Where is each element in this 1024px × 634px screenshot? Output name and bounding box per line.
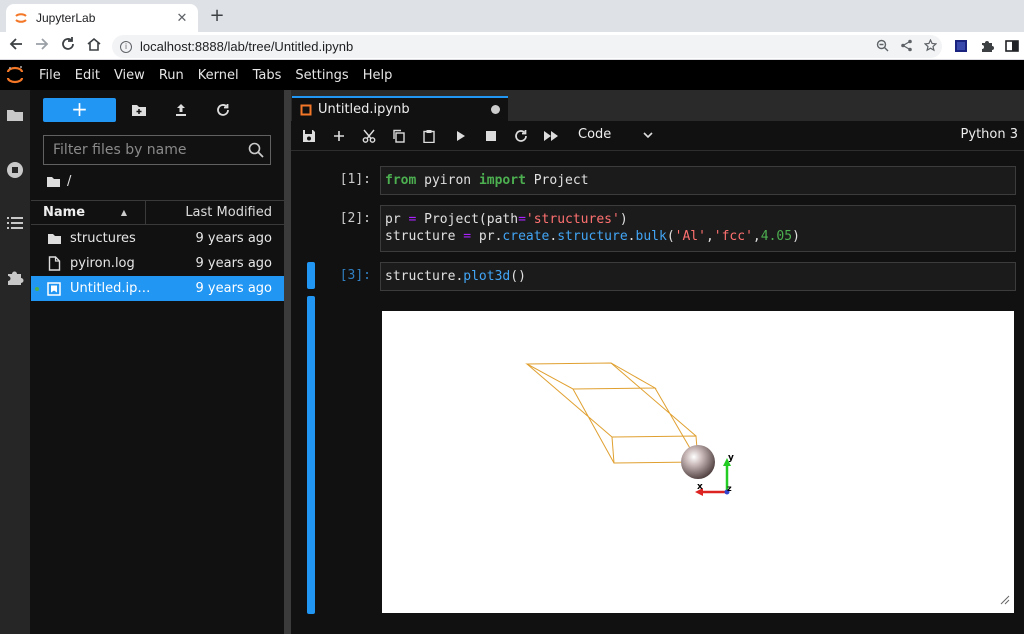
document-tab-bar: Untitled.ipynb xyxy=(291,90,1024,121)
file-modified: 9 years ago xyxy=(195,256,272,271)
file-row-pyiron-log[interactable]: pyiron.log 9 years ago xyxy=(31,251,284,276)
folder-icon xyxy=(46,231,62,247)
restart-kernel-icon[interactable] xyxy=(511,126,531,146)
output-collapser[interactable] xyxy=(307,296,315,614)
refresh-icon[interactable] xyxy=(213,100,233,120)
resize-grip-icon[interactable] xyxy=(1000,594,1010,609)
cell-prompt: [2]: xyxy=(339,211,371,226)
back-arrow-icon[interactable] xyxy=(6,36,26,56)
run-cell-play-icon[interactable] xyxy=(451,126,471,146)
url-text: localhost:8888/lab/tree/Untitled.ipynb xyxy=(140,39,354,54)
panel-splitter[interactable] xyxy=(284,90,291,634)
bookmark-star-icon[interactable] xyxy=(918,38,942,55)
cell-type-dropdown[interactable]: Code xyxy=(578,127,611,142)
insert-cell-plus-icon[interactable] xyxy=(329,126,349,146)
notebook-tab[interactable]: Untitled.ipynb xyxy=(292,96,508,121)
code-cell-editor[interactable]: from pyiron import Project xyxy=(380,166,1016,195)
notebook-area: Untitled.ipynb Code Python 3 [1]: from p… xyxy=(291,90,1024,634)
home-icon[interactable] xyxy=(84,36,104,56)
file-icon xyxy=(46,256,62,272)
z-axis-label: z xyxy=(727,484,732,493)
save-icon[interactable] xyxy=(299,126,319,146)
browser-tab-strip: JupyterLab ✕ + xyxy=(0,0,1024,32)
file-name: structures xyxy=(70,231,136,246)
notebook-tab-icon xyxy=(300,104,312,116)
search-icon xyxy=(248,142,270,158)
side-panel-icon[interactable] xyxy=(1004,38,1020,54)
file-browser-panel: + Filter files by name / Name ▲ Last Mod… xyxy=(31,90,284,634)
menu-help[interactable]: Help xyxy=(356,68,400,83)
unsaved-dot-icon[interactable] xyxy=(491,105,500,114)
running-indicator xyxy=(35,287,39,291)
menu-kernel[interactable]: Kernel xyxy=(191,68,246,83)
file-modified: 9 years ago xyxy=(195,231,272,246)
menu-view[interactable]: View xyxy=(107,68,152,83)
reload-icon[interactable] xyxy=(58,36,78,56)
running-kernels-stop-icon[interactable] xyxy=(0,155,30,185)
code-cell-editor[interactable]: pr = Project(path='structures') structur… xyxy=(380,205,1016,252)
file-row-untitled-ipynb[interactable]: Untitled.ip… 9 years ago xyxy=(31,276,284,301)
unit-cell-plot: y x z xyxy=(525,362,734,496)
breadcrumb: / xyxy=(46,174,71,189)
paste-clipboard-icon[interactable] xyxy=(419,126,439,146)
3d-structure-viewer[interactable]: y x z xyxy=(382,311,1014,613)
close-tab-icon[interactable]: ✕ xyxy=(174,11,190,26)
site-info-icon[interactable]: i xyxy=(120,40,132,53)
jupyter-logo-icon xyxy=(0,60,30,90)
jupyter-favicon xyxy=(14,11,28,25)
left-activity-bar xyxy=(0,90,30,634)
menu-settings[interactable]: Settings xyxy=(288,68,355,83)
address-bar[interactable]: i localhost:8888/lab/tree/Untitled.ipynb xyxy=(112,35,942,58)
table-of-contents-icon[interactable] xyxy=(0,208,30,238)
column-name-label: Name xyxy=(43,205,86,220)
jupyter-menubar: File Edit View Run Kernel Tabs Settings … xyxy=(0,60,1024,90)
new-folder-icon[interactable] xyxy=(129,100,149,120)
forward-arrow-icon[interactable] xyxy=(32,36,52,56)
restart-run-all-fast-forward-icon[interactable] xyxy=(541,126,561,146)
column-name-header[interactable]: Name ▲ xyxy=(31,201,146,224)
extension-app-icon[interactable] xyxy=(953,38,969,54)
extensions-puzzle-icon[interactable] xyxy=(979,38,995,54)
file-list-header: Name ▲ Last Modified xyxy=(31,200,284,225)
browser-tab-jupyterlab[interactable]: JupyterLab ✕ xyxy=(6,4,198,32)
cut-scissors-icon[interactable] xyxy=(359,126,379,146)
file-browser-folder-icon[interactable] xyxy=(0,100,30,130)
new-tab-button[interactable]: + xyxy=(206,5,228,27)
home-folder-icon[interactable] xyxy=(46,175,61,188)
notebook-tab-title: Untitled.ipynb xyxy=(318,102,410,117)
column-modified-header[interactable]: Last Modified xyxy=(146,205,284,220)
menu-run[interactable]: Run xyxy=(152,68,191,83)
file-row-structures[interactable]: structures 9 years ago xyxy=(31,226,284,251)
upload-icon[interactable] xyxy=(171,100,191,120)
share-icon[interactable] xyxy=(894,39,918,55)
cell-prompt: [3]: xyxy=(339,268,371,283)
unit-cell-wireframe xyxy=(525,362,699,464)
menu-file[interactable]: File xyxy=(32,68,68,83)
file-name: pyiron.log xyxy=(70,256,135,271)
file-name: Untitled.ip… xyxy=(70,281,151,296)
notebook-toolbar: Code Python 3 xyxy=(291,121,1024,151)
chevron-down-icon[interactable] xyxy=(642,129,654,145)
menu-edit[interactable]: Edit xyxy=(68,68,107,83)
new-launcher-button[interactable]: + xyxy=(43,98,116,122)
notebook-icon xyxy=(46,281,62,297)
kernel-name[interactable]: Python 3 xyxy=(961,127,1018,142)
code-cell-editor[interactable]: structure.plot3d() xyxy=(380,262,1016,291)
copy-icon[interactable] xyxy=(389,126,409,146)
filter-placeholder: Filter files by name xyxy=(53,142,187,158)
y-axis-label: y xyxy=(728,453,734,463)
x-axis-label: x xyxy=(697,482,703,492)
al-atom xyxy=(681,445,715,479)
file-modified: 9 years ago xyxy=(195,281,272,296)
sort-ascending-icon: ▲ xyxy=(120,208,127,217)
cell-prompt: [1]: xyxy=(339,172,371,187)
filter-files-input[interactable]: Filter files by name xyxy=(43,135,271,165)
breadcrumb-root[interactable]: / xyxy=(67,174,71,189)
menu-tabs[interactable]: Tabs xyxy=(246,68,289,83)
extension-manager-puzzle-icon[interactable] xyxy=(0,262,30,292)
zoom-icon[interactable] xyxy=(870,39,894,55)
interrupt-stop-icon[interactable] xyxy=(481,126,501,146)
browser-toolbar: i localhost:8888/lab/tree/Untitled.ipynb xyxy=(0,32,1024,60)
browser-tab-title: JupyterLab xyxy=(36,11,96,25)
